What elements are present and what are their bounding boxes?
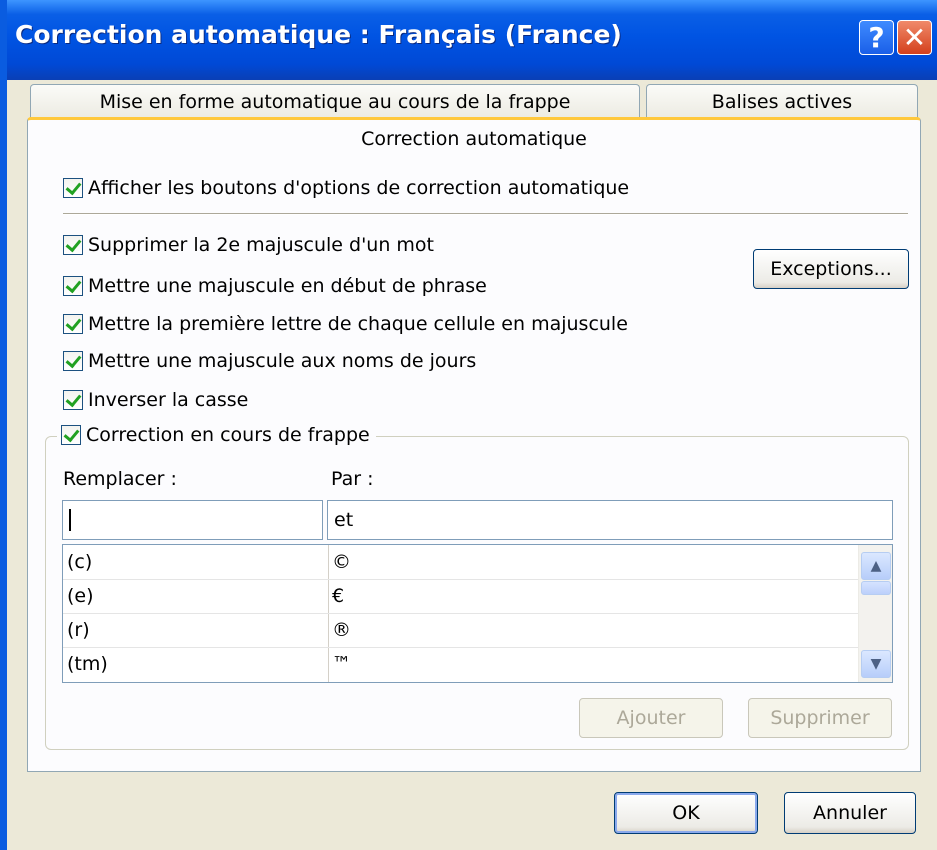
replace-from: (r) bbox=[67, 619, 90, 641]
par-label: Par : bbox=[331, 468, 374, 490]
list-item[interactable]: (c) © bbox=[63, 545, 858, 580]
list-item[interactable]: (r) ® bbox=[63, 613, 858, 648]
replace-to: ™ bbox=[332, 653, 351, 675]
close-icon[interactable]: ✕ bbox=[897, 20, 932, 55]
supprimer-button[interactable]: Supprimer bbox=[748, 698, 892, 738]
list-item[interactable]: (e) € bbox=[63, 579, 858, 614]
checkbox-checked-icon[interactable] bbox=[63, 235, 83, 255]
text-caret bbox=[69, 509, 71, 531]
checkbox-label: Correction en cours de frappe bbox=[86, 424, 370, 446]
checkbox-label: Mettre une majuscule aux noms de jours bbox=[88, 350, 477, 372]
ajouter-button[interactable]: Ajouter bbox=[579, 698, 723, 738]
scroll-thumb[interactable] bbox=[861, 581, 891, 595]
capitalize-sentence-checkbox[interactable]: Mettre une majuscule en début de phrase bbox=[63, 275, 487, 297]
window-border bbox=[0, 0, 7, 850]
cancel-button[interactable]: Annuler bbox=[784, 792, 916, 834]
replace-to: © bbox=[332, 551, 351, 573]
list-item[interactable]: (tm) ™ bbox=[63, 647, 858, 681]
par-input[interactable]: et bbox=[327, 500, 893, 540]
replace-to: € bbox=[332, 585, 345, 607]
replace-to: ® bbox=[332, 619, 351, 641]
window-title: Correction automatique : Français (Franc… bbox=[15, 20, 622, 49]
autocorrect-dialog: Correction automatique : Français (Franc… bbox=[0, 0, 937, 850]
checkbox-label: Afficher les boutons d'options de correc… bbox=[88, 177, 630, 199]
checkbox-checked-icon[interactable] bbox=[63, 178, 83, 198]
scroll-up-icon[interactable]: ▲ bbox=[861, 552, 891, 580]
capitalize-days-checkbox[interactable]: Mettre une majuscule aux noms de jours bbox=[63, 350, 476, 372]
checkbox-checked-icon[interactable] bbox=[63, 390, 83, 410]
scroll-down-icon[interactable]: ▼ bbox=[861, 650, 891, 678]
two-initial-caps-checkbox[interactable]: Supprimer la 2e majuscule d'un mot bbox=[63, 234, 434, 256]
help-icon[interactable]: ? bbox=[859, 20, 894, 55]
title-bar[interactable]: Correction automatique : Français (Franc… bbox=[0, 0, 937, 80]
tab-mise-en-forme[interactable]: Mise en forme automatique au cours de la… bbox=[30, 84, 640, 118]
checkbox-checked-icon[interactable] bbox=[61, 425, 81, 445]
list-scrollbar[interactable]: ▲ ▼ bbox=[858, 545, 892, 682]
checkbox-checked-icon[interactable] bbox=[63, 351, 83, 371]
remplacer-input[interactable] bbox=[62, 500, 323, 540]
par-value: et bbox=[334, 509, 354, 531]
checkbox-checked-icon[interactable] bbox=[63, 276, 83, 296]
ok-button[interactable]: OK bbox=[614, 792, 758, 834]
replace-from: (tm) bbox=[67, 653, 108, 675]
checkbox-checked-icon[interactable] bbox=[63, 314, 83, 334]
replace-as-type-checkbox[interactable]: Correction en cours de frappe bbox=[57, 424, 376, 446]
exceptions-button[interactable]: Exceptions... bbox=[753, 249, 909, 289]
checkbox-label: Inverser la casse bbox=[88, 389, 249, 411]
checkbox-label: Supprimer la 2e majuscule d'un mot bbox=[88, 234, 434, 256]
checkbox-label: Mettre une majuscule en début de phrase bbox=[88, 275, 487, 297]
replace-from: (e) bbox=[67, 585, 94, 607]
checkbox-label: Mettre la première lettre de chaque cell… bbox=[88, 313, 628, 335]
capitalize-cell-checkbox[interactable]: Mettre la première lettre de chaque cell… bbox=[63, 313, 628, 335]
replace-from: (c) bbox=[67, 551, 93, 573]
show-buttons-checkbox[interactable]: Afficher les boutons d'options de correc… bbox=[63, 177, 629, 199]
caps-lock-checkbox[interactable]: Inverser la casse bbox=[63, 389, 248, 411]
tab-correction-automatique[interactable]: Correction automatique bbox=[27, 117, 921, 157]
remplacer-label: Remplacer : bbox=[63, 468, 177, 490]
replacement-list[interactable]: (c) © (e) € (r) ® (tm) ™ ▲ ▼ bbox=[62, 544, 893, 683]
tab-balises-actives[interactable]: Balises actives bbox=[646, 84, 918, 118]
separator-highlight bbox=[63, 214, 908, 215]
